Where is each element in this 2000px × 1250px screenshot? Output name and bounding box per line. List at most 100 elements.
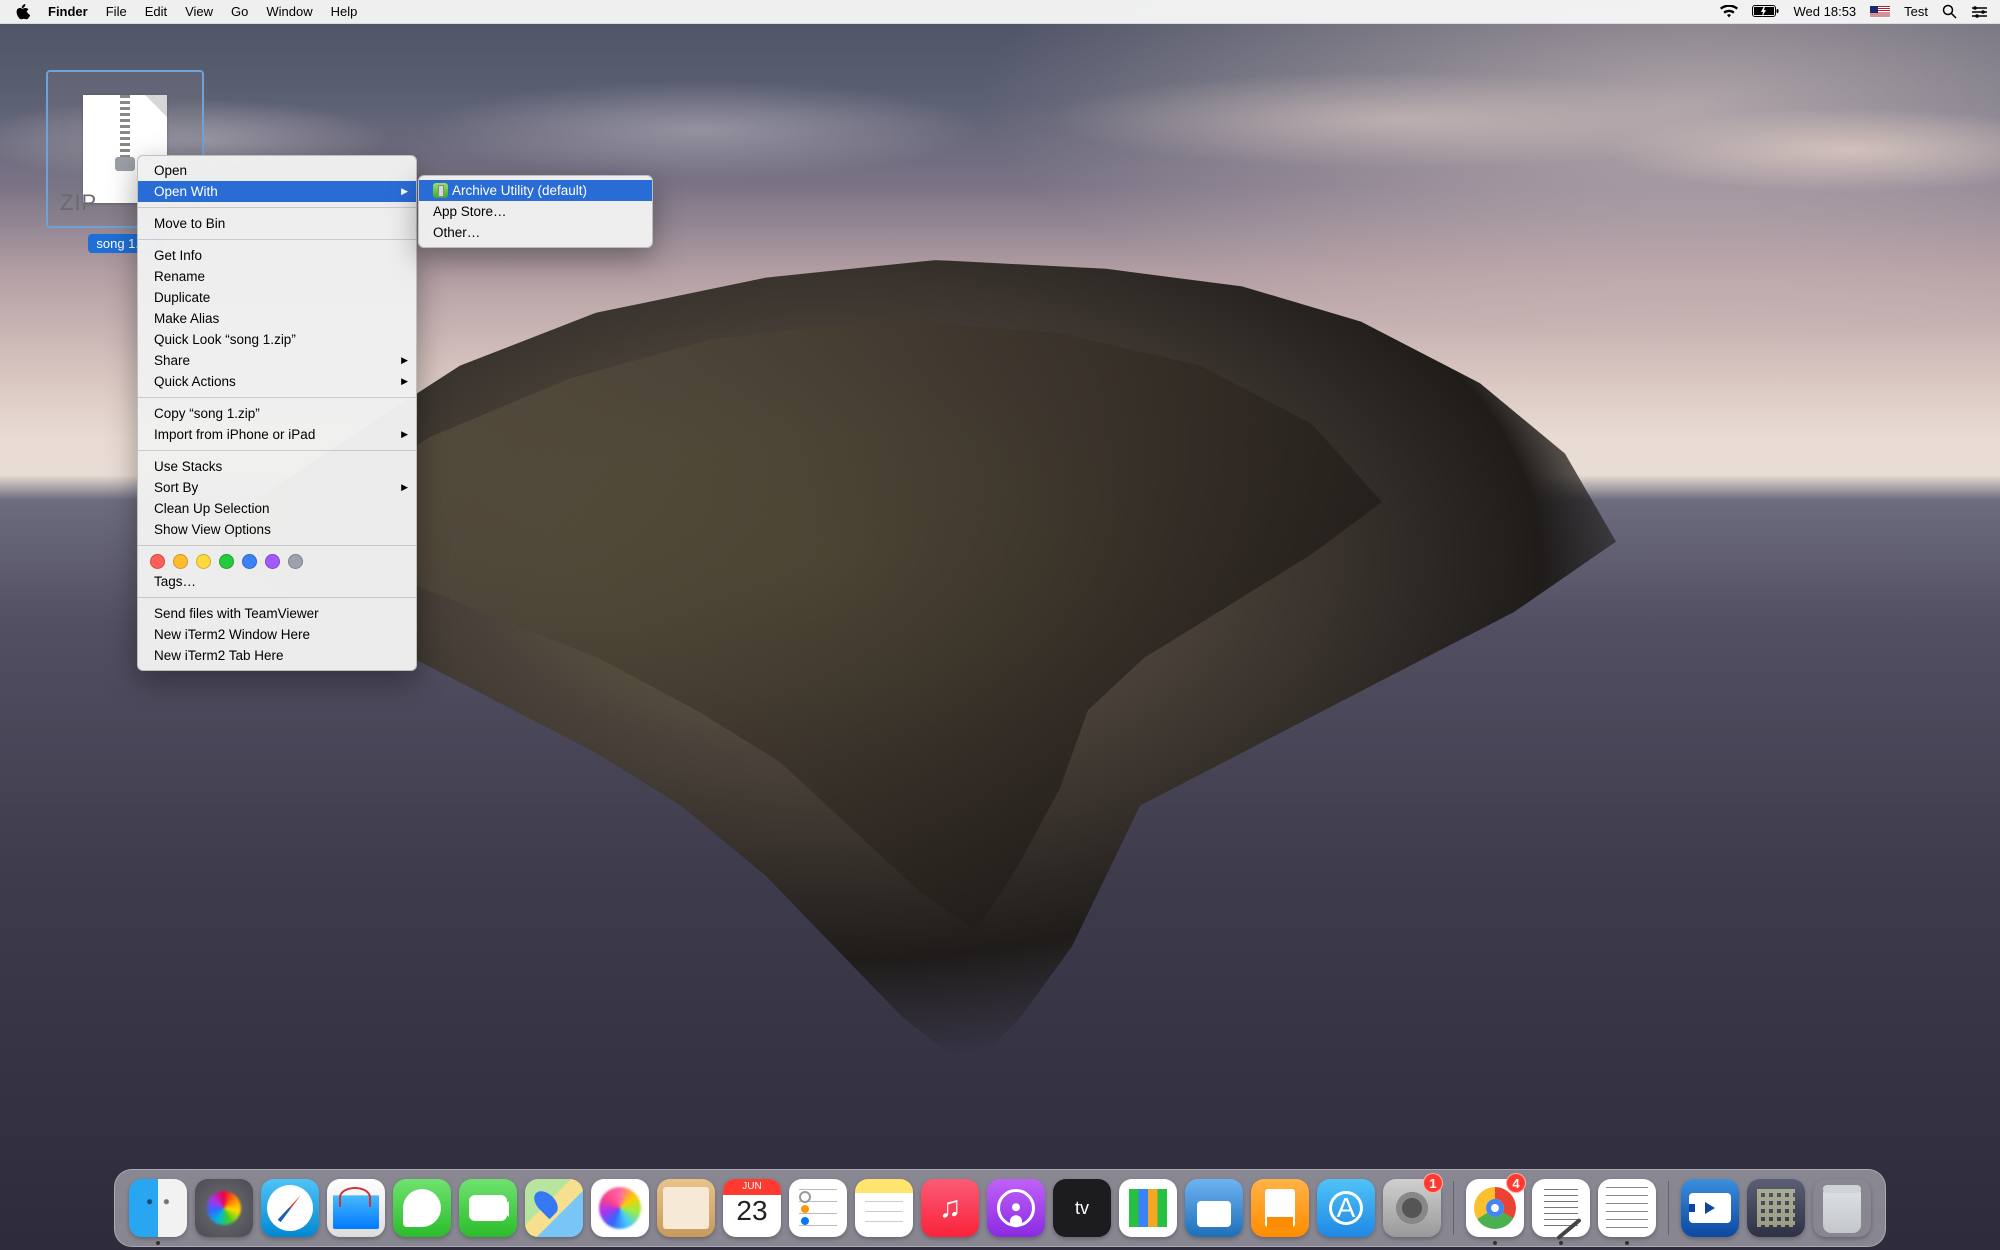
tag-dot-3[interactable] [219, 554, 234, 569]
ctx-use-stacks[interactable]: Use Stacks [138, 456, 416, 477]
dock-app-desktop-shortcut[interactable] [1745, 1173, 1807, 1243]
spotlight-icon[interactable] [1942, 4, 1957, 19]
dock-app-textedit[interactable] [1530, 1173, 1592, 1243]
ctx-duplicate[interactable]: Duplicate [138, 287, 416, 308]
dock-divider [1453, 1181, 1454, 1235]
dock-app-notes-scratch[interactable] [1596, 1173, 1658, 1243]
openwith-archive-utility-default[interactable]: Archive Utility (default) [419, 180, 652, 201]
ctx-rename[interactable]: Rename [138, 266, 416, 287]
dock-app-trash[interactable] [1811, 1173, 1873, 1243]
teamviewer-icon [1681, 1179, 1739, 1237]
context-menu: OpenOpen With Move to Bin Get InfoRenameDu… [137, 155, 417, 671]
trash-icon [1813, 1179, 1871, 1237]
battery-icon[interactable] [1752, 5, 1780, 18]
notes-scratch-icon [1598, 1179, 1656, 1237]
ctx-send-files-with-teamviewer[interactable]: Send files with TeamViewer [138, 603, 416, 624]
dock-app-music[interactable] [919, 1173, 981, 1243]
photos-icon [591, 1179, 649, 1237]
dock-app-calendar[interactable] [721, 1173, 783, 1243]
menu-view[interactable]: View [185, 4, 213, 19]
messages-icon [393, 1179, 451, 1237]
tv-icon [1053, 1179, 1111, 1237]
ctx-quick-look-song-1-zip[interactable]: Quick Look “song 1.zip” [138, 329, 416, 350]
ctx-new-iterm2-window-here[interactable]: New iTerm2 Window Here [138, 624, 416, 645]
notes-icon [855, 1179, 913, 1237]
ctx-clean-up-selection[interactable]: Clean Up Selection [138, 498, 416, 519]
menu-go[interactable]: Go [231, 4, 248, 19]
openwith-other[interactable]: Other… [419, 222, 652, 243]
openwith-app-store[interactable]: App Store… [419, 201, 652, 222]
wifi-icon[interactable] [1720, 5, 1738, 18]
dock-app-messages[interactable] [391, 1173, 453, 1243]
dock-app-reminders[interactable] [787, 1173, 849, 1243]
file-extension-badge: ZIP [60, 190, 97, 216]
ctx-tags[interactable]: Tags… [138, 571, 416, 592]
open-with-submenu: Archive Utility (default) App Store…Other… [418, 175, 653, 248]
dock-app-facetime[interactable] [457, 1173, 519, 1243]
dock-app-tv[interactable] [1051, 1173, 1113, 1243]
ctx-open[interactable]: Open [138, 160, 416, 181]
finder-icon [129, 1179, 187, 1237]
ctx-new-iterm2-tab-here[interactable]: New iTerm2 Tab Here [138, 645, 416, 666]
menubar-app-name[interactable]: Finder [48, 4, 88, 19]
dock-app-appstore[interactable] [1315, 1173, 1377, 1243]
dock-app-mail[interactable] [325, 1173, 387, 1243]
safari-icon [261, 1179, 319, 1237]
tag-dot-1[interactable] [173, 554, 188, 569]
tag-dot-5[interactable] [265, 554, 280, 569]
pages-icon [1251, 1179, 1309, 1237]
tag-dot-6[interactable] [288, 554, 303, 569]
ctx-share[interactable]: Share [138, 350, 416, 371]
dock-app-pages[interactable] [1249, 1173, 1311, 1243]
dock-divider [1668, 1181, 1669, 1235]
tag-dot-0[interactable] [150, 554, 165, 569]
ctx-quick-actions[interactable]: Quick Actions [138, 371, 416, 392]
dock-badge-chrome: 4 [1506, 1173, 1526, 1193]
keynote-icon [1185, 1179, 1243, 1237]
calendar-icon [723, 1179, 781, 1237]
ctx-show-view-options[interactable]: Show View Options [138, 519, 416, 540]
dock-app-safari[interactable] [259, 1173, 321, 1243]
tag-dot-4[interactable] [242, 554, 257, 569]
dock-app-finder[interactable] [127, 1173, 189, 1243]
dock-app-notes[interactable] [853, 1173, 915, 1243]
menu-help[interactable]: Help [331, 4, 358, 19]
menubar-user[interactable]: Test [1904, 4, 1928, 19]
ctx-move-to-bin[interactable]: Move to Bin [138, 213, 416, 234]
control-center-icon[interactable] [1971, 6, 1988, 18]
dock: 14 [114, 1169, 1886, 1247]
submenu-item-label: Archive Utility (default) [452, 183, 587, 198]
ctx-copy-song-1-zip[interactable]: Copy “song 1.zip” [138, 403, 416, 424]
dock-app-photos[interactable] [589, 1173, 651, 1243]
dock-badge-system-preferences: 1 [1423, 1173, 1443, 1193]
dock-app-contacts[interactable] [655, 1173, 717, 1243]
dock-app-chrome[interactable]: 4 [1464, 1173, 1526, 1243]
ctx-tag-colors [138, 551, 416, 571]
facetime-icon [459, 1179, 517, 1237]
menu-window[interactable]: Window [266, 4, 312, 19]
contacts-icon [657, 1179, 715, 1237]
dock-app-teamviewer[interactable] [1679, 1173, 1741, 1243]
dock-app-maps[interactable] [523, 1173, 585, 1243]
menubar-clock[interactable]: Wed 18:53 [1794, 4, 1857, 19]
dock-app-numbers[interactable] [1117, 1173, 1179, 1243]
menu-file[interactable]: File [106, 4, 127, 19]
menu-edit[interactable]: Edit [145, 4, 167, 19]
launchpad-icon [195, 1179, 253, 1237]
podcasts-icon [987, 1179, 1045, 1237]
apple-menu-icon[interactable] [16, 4, 30, 20]
ctx-get-info[interactable]: Get Info [138, 245, 416, 266]
dock-app-podcasts[interactable] [985, 1173, 1047, 1243]
dock-app-system-preferences[interactable]: 1 [1381, 1173, 1443, 1243]
input-source-flag-icon[interactable] [1870, 6, 1890, 18]
reminders-icon [789, 1179, 847, 1237]
ctx-make-alias[interactable]: Make Alias [138, 308, 416, 329]
tag-dot-2[interactable] [196, 554, 211, 569]
ctx-open-with[interactable]: Open With [138, 181, 416, 202]
textedit-icon [1532, 1179, 1590, 1237]
dock-app-launchpad[interactable] [193, 1173, 255, 1243]
dock-app-keynote[interactable] [1183, 1173, 1245, 1243]
ctx-import-from-iphone-or-ipad[interactable]: Import from iPhone or iPad [138, 424, 416, 445]
ctx-sort-by[interactable]: Sort By [138, 477, 416, 498]
music-icon [921, 1179, 979, 1237]
